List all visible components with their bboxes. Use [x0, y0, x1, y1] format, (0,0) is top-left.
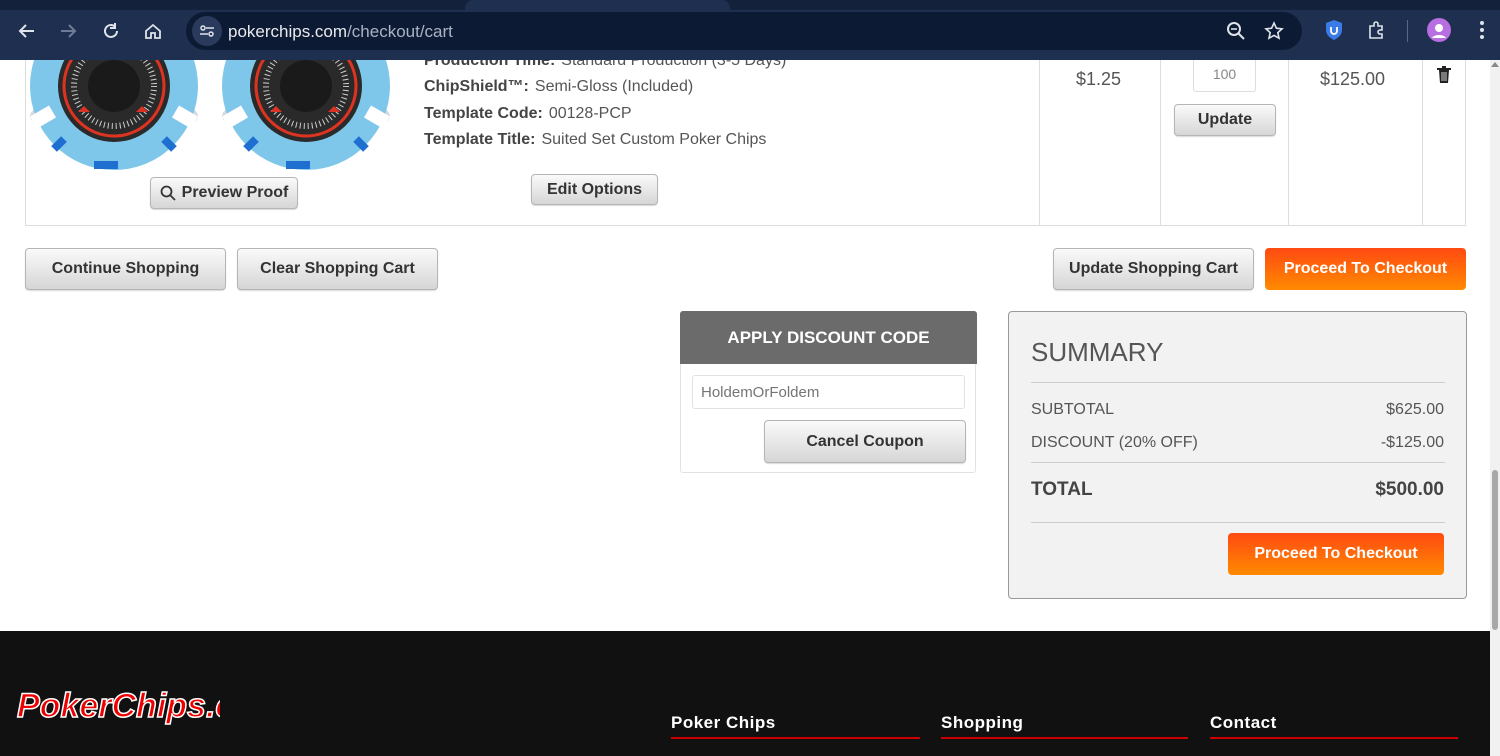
address-bar[interactable]: pokerchips.com/checkout/cart: [186, 12, 1302, 50]
url-path: /checkout/cart: [347, 22, 453, 41]
option-template-code: Template Code: 00128-PCP: [424, 105, 632, 123]
reload-icon[interactable]: [98, 18, 124, 44]
preview-proof-label: Preview Proof: [181, 184, 289, 201]
tab-strip: [0, 0, 1500, 10]
logo-text: PokerChips.com: [17, 687, 220, 725]
quantity-input[interactable]: 100: [1193, 60, 1256, 92]
forward-icon[interactable]: [55, 18, 81, 44]
clear-cart-button[interactable]: Clear Shopping Cart: [237, 248, 438, 290]
footer-rule: [941, 737, 1188, 739]
edit-options-button[interactable]: Edit Options: [531, 174, 658, 205]
site-info-icon[interactable]: [192, 16, 222, 46]
scrollbar-thumb[interactable]: [1492, 470, 1498, 630]
page-scrollbar[interactable]: [1490, 60, 1500, 756]
bookmark-star-icon[interactable]: [1264, 21, 1284, 41]
discount-label: DISCOUNT (20% OFF): [1031, 434, 1198, 451]
home-icon[interactable]: [140, 18, 166, 44]
summary-divider: [1031, 462, 1445, 463]
option-chipshield: ChipShield™: Semi-Gloss (Included): [424, 78, 693, 96]
option-label: ChipShield™:: [424, 78, 529, 95]
site-footer: PokerChips.com Poker Chips Shopping Cont…: [0, 631, 1490, 756]
cart-page: 5 5 Preview Proof Production Time:Standa…: [0, 60, 1490, 756]
footer-rule: [1210, 737, 1458, 739]
discount-title: APPLY DISCOUNT CODE: [680, 311, 977, 364]
summary-title: SUMMARY: [1031, 337, 1164, 367]
option-value: 00128-PCP: [548, 105, 632, 122]
summary-checkout-button[interactable]: Proceed To Checkout: [1228, 533, 1444, 575]
profile-avatar-icon[interactable]: [1427, 18, 1451, 42]
cancel-coupon-button[interactable]: Cancel Coupon: [764, 420, 966, 463]
summary-divider: [1031, 382, 1445, 383]
preview-proof-button[interactable]: Preview Proof: [150, 177, 298, 209]
footer-heading-contact: Contact: [1210, 713, 1277, 732]
chip-front-image: [29, 60, 199, 170]
total-value: $500.00: [1375, 479, 1444, 500]
summary-divider: [1031, 522, 1445, 523]
column-divider: [1422, 60, 1423, 226]
discount-code-input[interactable]: [692, 375, 965, 409]
url-text: pokerchips.com/checkout/cart: [228, 22, 453, 42]
option-production-time: Production Time: Standard Production (3-5…: [424, 60, 786, 70]
column-divider: [1160, 60, 1161, 226]
browser-menu-icon[interactable]: [1470, 18, 1494, 42]
trash-icon[interactable]: [1436, 66, 1452, 84]
update-item-button[interactable]: Update: [1174, 104, 1276, 136]
subtotal-value: $625.00: [1386, 401, 1444, 418]
option-label: Production Time:: [424, 60, 556, 69]
toolbar-divider: [1407, 20, 1408, 42]
pokerchips-logo[interactable]: PokerChips.com: [15, 679, 286, 734]
total-label: TOTAL: [1031, 479, 1093, 500]
column-divider: [1039, 60, 1040, 226]
back-icon[interactable]: [14, 18, 40, 44]
option-value: Suited Set Custom Poker Chips: [541, 131, 767, 148]
option-value: Semi-Gloss (Included): [534, 78, 694, 95]
subtotal-label: SUBTOTAL: [1031, 401, 1114, 418]
extensions-puzzle-icon[interactable]: [1365, 18, 1389, 42]
zoom-icon[interactable]: [1226, 21, 1246, 41]
footer-heading-shopping: Shopping: [941, 713, 1024, 732]
discount-value: -$125.00: [1380, 434, 1444, 451]
discount-panel: APPLY DISCOUNT CODE Cancel Coupon: [680, 311, 977, 473]
column-divider: [1288, 60, 1289, 226]
option-label: Template Code:: [424, 105, 543, 122]
item-subtotal: $125.00: [1320, 69, 1386, 89]
option-template-title: Template Title: Suited Set Custom Poker C…: [424, 131, 766, 149]
scroll-up-arrow[interactable]: [1491, 62, 1499, 67]
shield-extension-icon[interactable]: [1322, 18, 1346, 42]
magnifier-icon: [160, 185, 176, 201]
cart-item-row: 5 5 Preview Proof Production Time:Standa…: [25, 60, 1466, 226]
proceed-checkout-button[interactable]: Proceed To Checkout: [1265, 248, 1466, 290]
continue-shopping-button[interactable]: Continue Shopping: [25, 248, 226, 290]
footer-heading-poker-chips: Poker Chips: [671, 713, 776, 732]
footer-rule: [671, 737, 920, 739]
option-label: Template Title:: [424, 131, 536, 148]
option-value: Standard Production (3-5 Days): [561, 60, 787, 69]
browser-toolbar: pokerchips.com/checkout/cart: [0, 0, 1500, 60]
url-domain: pokerchips.com: [228, 22, 348, 41]
active-tab[interactable]: [465, 0, 730, 10]
update-cart-button[interactable]: Update Shopping Cart: [1053, 248, 1254, 290]
order-summary: SUMMARY SUBTOTAL $625.00 DISCOUNT (20% O…: [1008, 311, 1467, 599]
unit-price: $1.25: [1076, 69, 1122, 89]
chip-back-image: [221, 60, 391, 170]
